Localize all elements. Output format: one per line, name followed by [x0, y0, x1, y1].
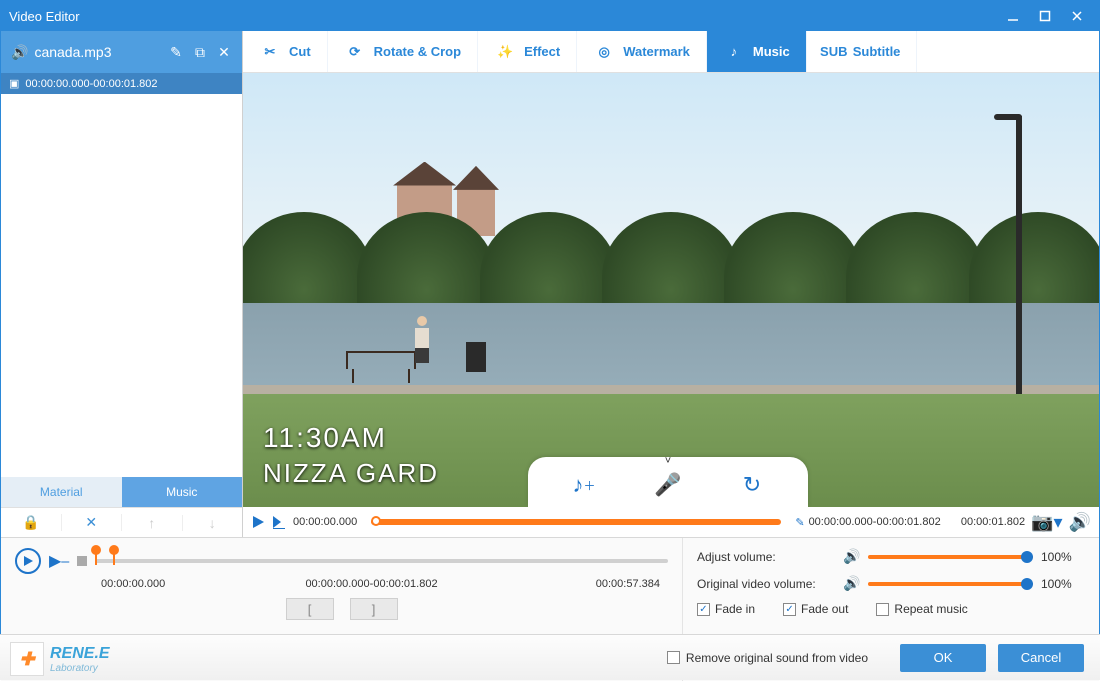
timeline-end: 00:00:01.802: [961, 516, 1025, 528]
music-play-button[interactable]: [15, 548, 41, 574]
music-step-icon[interactable]: ▶⎯: [49, 551, 69, 571]
clip-icon: ▣: [9, 77, 19, 90]
orig-volume-speaker-icon[interactable]: 🔊: [843, 575, 860, 592]
music-track[interactable]: [95, 551, 668, 571]
brand-logo: ✚ RENE.ELaboratory: [10, 642, 110, 676]
tool-rotate-crop[interactable]: ⟳Rotate & Crop: [328, 31, 478, 72]
watermark-icon: ◎: [593, 41, 615, 63]
music-float-panel: ♪＋ 🎤 ↻: [528, 457, 808, 507]
overlay-line2: NIZZA GARD: [263, 458, 439, 489]
overlay-line1: 11:30AM: [263, 422, 439, 454]
tool-effect[interactable]: ✨Effect: [478, 31, 577, 72]
timeline-track[interactable]: [371, 519, 781, 525]
adjust-volume-speaker-icon[interactable]: 🔊: [843, 548, 860, 565]
timeline-thumb[interactable]: [371, 516, 381, 526]
clip-item[interactable]: ▣ 00:00:00.000-00:00:01.802: [1, 73, 242, 94]
title-bar: Video Editor: [1, 1, 1099, 31]
content-area: ✂Cut ⟳Rotate & Crop ✨Effect ◎Watermark ♪…: [243, 31, 1099, 537]
orig-volume-pct: 100%: [1041, 577, 1085, 591]
minimize-button[interactable]: [999, 5, 1027, 27]
fade-out-checkbox[interactable]: ✓Fade out: [783, 602, 848, 616]
bracket-in-button[interactable]: [: [286, 598, 334, 620]
orig-volume-slider[interactable]: [868, 582, 1033, 586]
add-voice-icon[interactable]: 🎤: [654, 471, 682, 499]
repeat-music-checkbox[interactable]: Repeat music: [876, 602, 967, 616]
move-down-icon[interactable]: ↓: [183, 515, 243, 531]
tab-music[interactable]: Music: [122, 477, 243, 507]
lock-icon[interactable]: 🔒: [1, 514, 62, 531]
edit-icon[interactable]: ✎: [168, 44, 184, 60]
music-icon: ♪: [723, 41, 745, 63]
cancel-button[interactable]: Cancel: [998, 644, 1084, 672]
marker-end[interactable]: [113, 551, 115, 565]
step-in-icon[interactable]: [271, 515, 287, 529]
move-up-icon[interactable]: ↑: [122, 515, 183, 531]
sidebar-header: 🔊 canada.mp3 ✎ ⧉ ✕: [1, 31, 242, 73]
tab-material[interactable]: Material: [1, 477, 122, 507]
close-button[interactable]: [1063, 5, 1091, 27]
music-t0: 00:00:00.000: [15, 578, 215, 590]
pencil-icon[interactable]: ✎: [795, 516, 804, 529]
music-tend: 00:00:57.384: [528, 578, 668, 590]
speaker-icon: 🔊: [11, 44, 28, 61]
delete-icon[interactable]: ✕: [62, 514, 123, 531]
add-music-icon[interactable]: ♪＋: [570, 471, 598, 499]
adjust-volume-slider[interactable]: [868, 555, 1033, 559]
effect-icon: ✨: [494, 41, 516, 63]
play-icon[interactable]: [251, 515, 265, 529]
window-title: Video Editor: [9, 9, 999, 24]
file-name: canada.mp3: [34, 44, 111, 60]
bracket-out-button[interactable]: ]: [350, 598, 398, 620]
refresh-icon[interactable]: ↻: [738, 471, 766, 499]
adjust-volume-label: Adjust volume:: [697, 550, 835, 564]
overlay-text: 11:30AM NIZZA GARD: [263, 422, 439, 489]
sidebar-list: ▣ 00:00:00.000-00:00:01.802: [1, 73, 242, 477]
music-stop-button[interactable]: [77, 556, 87, 566]
toolbar: ✂Cut ⟳Rotate & Crop ✨Effect ◎Watermark ♪…: [243, 31, 1099, 73]
sidebar: 🔊 canada.mp3 ✎ ⧉ ✕ ▣ 00:00:00.000-00:00:…: [1, 31, 243, 537]
orig-volume-label: Original video volume:: [697, 577, 835, 591]
ok-button[interactable]: OK: [900, 644, 986, 672]
clip-range: 00:00:00.000-00:00:01.802: [25, 78, 157, 90]
volume-icon[interactable]: 🔊: [1069, 512, 1091, 533]
tool-watermark[interactable]: ◎Watermark: [577, 31, 707, 72]
fade-in-checkbox[interactable]: ✓Fade in: [697, 602, 755, 616]
snapshot-icon[interactable]: 📷▾: [1031, 512, 1062, 533]
tool-subtitle[interactable]: SUBSubtitle: [807, 31, 918, 72]
timeline-range: ✎00:00:00.000-00:00:01.802: [795, 516, 940, 529]
tool-music[interactable]: ♪Music: [707, 31, 807, 72]
adjust-volume-pct: 100%: [1041, 550, 1085, 564]
tool-cut[interactable]: ✂Cut: [243, 31, 328, 72]
copy-icon[interactable]: ⧉: [192, 44, 208, 60]
marker-start[interactable]: [95, 551, 97, 565]
timeline: 00:00:00.000 ✎00:00:00.000-00:00:01.802 …: [243, 507, 1099, 537]
remove-sound-checkbox[interactable]: Remove original sound from video: [667, 651, 868, 665]
maximize-button[interactable]: [1031, 5, 1059, 27]
footer: ✚ RENE.ELaboratory Remove original sound…: [0, 634, 1100, 680]
logo-icon: ✚: [10, 642, 44, 676]
music-range: 00:00:00.000-00:00:01.802: [215, 578, 528, 590]
subtitle-icon: SUB: [823, 41, 845, 63]
video-preview: 11:30AM NIZZA GARD ♪＋ 🎤 ↻: [243, 73, 1099, 507]
scissors-icon: ✂: [259, 41, 281, 63]
timeline-start: 00:00:00.000: [293, 516, 357, 528]
rotate-icon: ⟳: [344, 41, 366, 63]
remove-icon[interactable]: ✕: [216, 44, 232, 60]
